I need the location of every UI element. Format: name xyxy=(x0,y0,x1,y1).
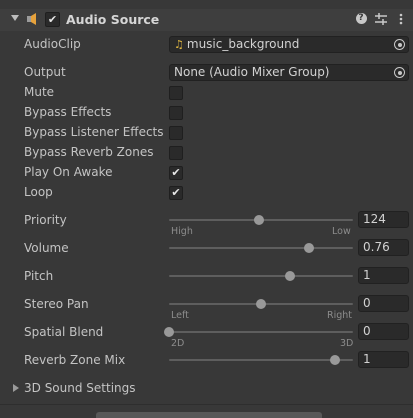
spatial-blend-value[interactable]: 0 xyxy=(358,323,409,340)
slider-thumb[interactable] xyxy=(254,215,265,225)
priority-low-hint: Low xyxy=(332,226,351,237)
slider-thumb[interactable] xyxy=(329,355,340,365)
volume-label: Volume xyxy=(24,241,69,255)
priority-label: Priority xyxy=(24,213,67,227)
loop-checkbox[interactable]: ✔ xyxy=(169,186,183,200)
audioclip-field[interactable]: ♫ music_background xyxy=(169,36,409,53)
stereo-pan-left-hint: Left xyxy=(171,310,189,321)
context-menu-icon[interactable] xyxy=(394,12,408,26)
object-picker-icon[interactable] xyxy=(394,39,405,50)
stereo-pan-slider[interactable] xyxy=(169,299,353,309)
output-field[interactable]: None (Audio Mixer Group) xyxy=(169,64,409,81)
reverb-zone-mix-label: Reverb Zone Mix xyxy=(24,353,126,367)
loop-label: Loop xyxy=(24,185,53,199)
output-value: None (Audio Mixer Group) xyxy=(174,65,330,79)
volume-slider[interactable] xyxy=(169,243,353,253)
bypass-effects-checkbox[interactable] xyxy=(169,106,183,120)
scroll-handle[interactable] xyxy=(96,412,322,418)
slider-thumb[interactable] xyxy=(285,271,296,281)
stereo-pan-right-hint: Right xyxy=(327,310,353,321)
bypass-effects-label: Bypass Effects xyxy=(24,105,112,119)
output-label: Output xyxy=(24,65,66,79)
3d-sound-settings-foldout-icon[interactable] xyxy=(13,384,19,392)
slider-thumb[interactable] xyxy=(303,243,314,253)
spatial-blend-slider[interactable] xyxy=(164,327,353,337)
3d-sound-settings-label[interactable]: 3D Sound Settings xyxy=(24,381,136,395)
component-enabled-checkbox[interactable]: ✔ xyxy=(45,12,60,27)
priority-slider[interactable] xyxy=(169,215,353,225)
component-header[interactable]: ✔ Audio Source ? xyxy=(0,9,413,31)
preset-icon[interactable] xyxy=(374,12,388,26)
mute-label: Mute xyxy=(24,85,55,99)
reverb-zone-mix-value[interactable]: 1 xyxy=(358,351,409,368)
speaker-icon xyxy=(27,13,36,25)
stereo-pan-label: Stereo Pan xyxy=(24,297,89,311)
slider-thumb[interactable] xyxy=(256,299,266,309)
music-note-icon: ♫ xyxy=(174,38,184,51)
mute-checkbox[interactable] xyxy=(169,86,183,100)
slider-thumb[interactable] xyxy=(164,327,174,337)
audioclip-label: AudioClip xyxy=(24,37,81,51)
spatial-blend-2d-hint: 2D xyxy=(171,338,185,349)
play-on-awake-label: Play On Awake xyxy=(24,165,113,179)
audioclip-value: music_background xyxy=(186,37,300,51)
priority-high-hint: High xyxy=(171,226,193,237)
play-on-awake-checkbox[interactable]: ✔ xyxy=(169,166,183,180)
reverb-zone-mix-slider[interactable] xyxy=(169,355,353,365)
component-title: Audio Source xyxy=(66,12,160,27)
foldout-arrow-icon[interactable] xyxy=(11,15,19,21)
bypass-listener-effects-label: Bypass Listener Effects xyxy=(24,125,164,139)
object-picker-icon[interactable] xyxy=(394,67,405,78)
priority-value[interactable]: 124 xyxy=(358,211,409,228)
bypass-reverb-zones-checkbox[interactable] xyxy=(169,146,183,160)
bypass-reverb-zones-label: Bypass Reverb Zones xyxy=(24,145,154,159)
stereo-pan-value[interactable]: 0 xyxy=(358,295,409,312)
help-icon[interactable]: ? xyxy=(354,12,368,26)
pitch-label: Pitch xyxy=(24,269,54,283)
spatial-blend-3d-hint: 3D xyxy=(340,338,354,349)
pitch-value[interactable]: 1 xyxy=(358,267,409,284)
spatial-blend-label: Spatial Blend xyxy=(24,325,104,339)
bypass-listener-effects-checkbox[interactable] xyxy=(169,126,183,140)
volume-value[interactable]: 0.76 xyxy=(358,239,409,256)
divider xyxy=(0,404,413,405)
pitch-slider[interactable] xyxy=(169,271,353,281)
